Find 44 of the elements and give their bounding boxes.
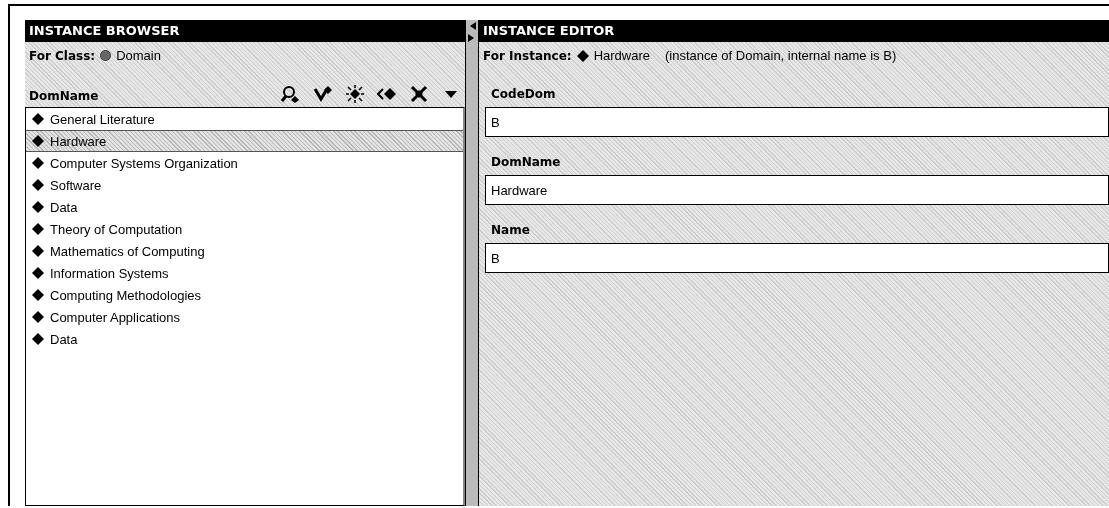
panel-title: INSTANCE EDITOR (479, 20, 1109, 42)
sparkle-diamond-icon[interactable] (345, 85, 365, 103)
list-item[interactable]: Data (26, 328, 463, 350)
instance-name: Hardware (593, 48, 650, 63)
field-label: Name (490, 223, 531, 239)
input-field[interactable]: B (485, 107, 1109, 137)
diamond-icon (32, 157, 44, 169)
instance-note: (instance of Domain, internal name is B) (665, 48, 897, 63)
diamond-icon (32, 223, 44, 235)
class-label: For Class: (29, 48, 96, 63)
input-field[interactable]: B (485, 243, 1109, 273)
diamond-icon (32, 135, 44, 147)
instance-label: For Instance: (483, 48, 572, 63)
diamond-icon (32, 289, 44, 301)
delete-icon[interactable] (409, 85, 429, 103)
list-item[interactable]: General Literature (26, 108, 463, 130)
diamond-icon (576, 49, 589, 62)
field-label: CodeDom (490, 87, 557, 103)
list-item[interactable]: Information Systems (26, 262, 463, 284)
list-item[interactable]: Hardware (26, 130, 463, 152)
list-item[interactable]: Computing Methodologies (26, 284, 463, 306)
diamond-icon (32, 311, 44, 323)
diamond-icon (32, 333, 44, 345)
field-label: DomName (490, 155, 562, 171)
class-name: Domain (116, 48, 161, 63)
class-icon (100, 50, 112, 61)
list-item[interactable]: Theory of Computation (26, 218, 463, 240)
splitter-arrows-icon[interactable] (468, 22, 476, 44)
input-field[interactable]: Hardware (485, 175, 1109, 205)
diamond-icon (32, 267, 44, 279)
diamond-icon (32, 201, 44, 213)
list-item[interactable]: Mathematics of Computing (26, 240, 463, 262)
panel-title: INSTANCE BROWSER (25, 20, 465, 42)
diamond-icon (32, 113, 44, 125)
list-item[interactable]: Computer Applications (26, 306, 463, 328)
diamond-icon (32, 179, 44, 191)
list-item[interactable]: Software (26, 174, 463, 196)
list-item[interactable]: Data (26, 196, 463, 218)
column-header: DomName (29, 89, 99, 103)
search-icon[interactable] (281, 85, 301, 103)
diamond-arrow-icon[interactable] (377, 85, 397, 103)
list-item[interactable]: Computer Systems Organization (26, 152, 463, 174)
v-diamond-icon[interactable] (313, 85, 333, 103)
diamond-icon (32, 245, 44, 257)
